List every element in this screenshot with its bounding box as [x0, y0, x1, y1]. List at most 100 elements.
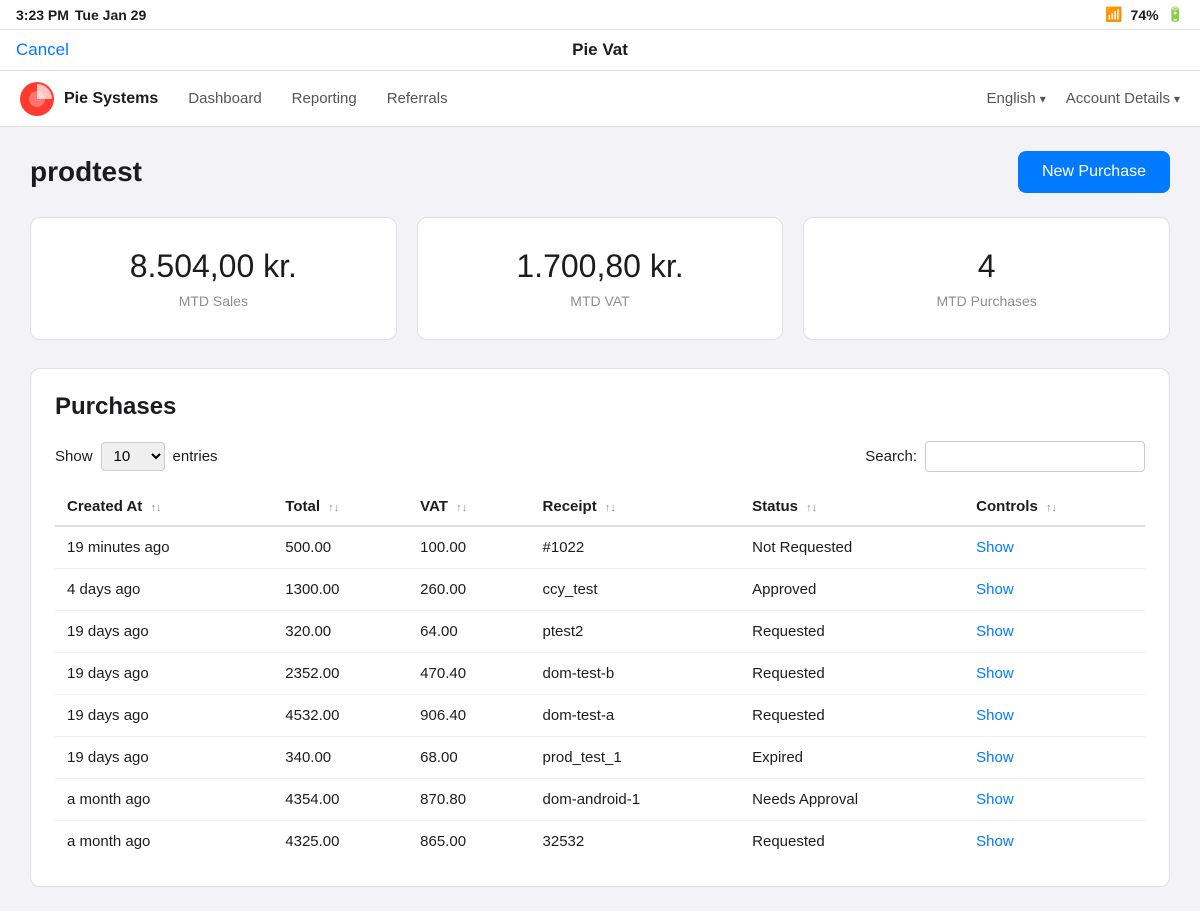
- table-row: 19 days ago 4532.00 906.40 dom-test-a Re…: [55, 695, 1145, 737]
- table-row: a month ago 4354.00 870.80 dom-android-1…: [55, 779, 1145, 821]
- mtd-purchases-label: MTD Purchases: [828, 293, 1145, 309]
- sort-icon-created: ↑↓: [150, 502, 161, 514]
- language-dropdown[interactable]: English: [987, 90, 1046, 107]
- cell-status: Requested: [740, 611, 964, 653]
- table-header: Created At ↑↓ Total ↑↓ VAT ↑↓ Receipt ↑↓…: [55, 488, 1145, 526]
- cell-controls: Show: [964, 779, 1145, 821]
- cell-total: 2352.00: [273, 653, 408, 695]
- page-title: Pie Vat: [572, 40, 628, 60]
- cell-receipt: dom-test-b: [531, 653, 741, 695]
- nav-link-referrals[interactable]: Referrals: [387, 86, 448, 111]
- show-link[interactable]: Show: [976, 623, 1014, 640]
- cell-total: 340.00: [273, 737, 408, 779]
- cell-receipt: 32532: [531, 821, 741, 863]
- stats-row: 8.504,00 kr. MTD Sales 1.700,80 kr. MTD …: [30, 217, 1170, 340]
- sort-icon-status: ↑↓: [806, 502, 817, 514]
- nav-right: English Account Details: [987, 90, 1180, 107]
- title-bar: Cancel Pie Vat: [0, 30, 1200, 71]
- cell-vat: 870.80: [408, 779, 530, 821]
- col-vat[interactable]: VAT ↑↓: [408, 488, 530, 526]
- cell-total: 320.00: [273, 611, 408, 653]
- table-body: 19 minutes ago 500.00 100.00 #1022 Not R…: [55, 526, 1145, 862]
- col-created-at[interactable]: Created At ↑↓: [55, 488, 273, 526]
- wifi-icon: 📶: [1105, 6, 1122, 23]
- cell-vat: 68.00: [408, 737, 530, 779]
- main-content: prodtest New Purchase 8.504,00 kr. MTD S…: [0, 127, 1200, 911]
- col-total[interactable]: Total ↑↓: [273, 488, 408, 526]
- show-link[interactable]: Show: [976, 791, 1014, 808]
- cell-controls: Show: [964, 821, 1145, 863]
- nav-links: Dashboard Reporting Referrals: [188, 86, 986, 111]
- cell-created-at: 19 days ago: [55, 695, 273, 737]
- cell-created-at: 19 days ago: [55, 737, 273, 779]
- cell-receipt: #1022: [531, 526, 741, 569]
- cell-total: 4354.00: [273, 779, 408, 821]
- status-bar: 3:23 PM Tue Jan 29 📶 74% 🔋: [0, 0, 1200, 30]
- cell-controls: Show: [964, 695, 1145, 737]
- cell-created-at: a month ago: [55, 821, 273, 863]
- org-name: prodtest: [30, 156, 142, 188]
- table-row: 4 days ago 1300.00 260.00 ccy_test Appro…: [55, 569, 1145, 611]
- col-status[interactable]: Status ↑↓: [740, 488, 964, 526]
- account-details-dropdown[interactable]: Account Details: [1066, 90, 1180, 107]
- cell-status: Requested: [740, 653, 964, 695]
- mtd-sales-label: MTD Sales: [55, 293, 372, 309]
- time: 3:23 PM: [16, 7, 69, 23]
- mtd-purchases-value: 4: [828, 248, 1145, 285]
- cell-status: Expired: [740, 737, 964, 779]
- purchases-title: Purchases: [55, 393, 1145, 421]
- cell-receipt: ccy_test: [531, 569, 741, 611]
- show-entries: Show 10 25 50 100 entries: [55, 442, 218, 471]
- show-link[interactable]: Show: [976, 581, 1014, 598]
- nav-link-reporting[interactable]: Reporting: [292, 86, 357, 111]
- mtd-vat-label: MTD VAT: [442, 293, 759, 309]
- search-label: Search:: [865, 448, 917, 465]
- page-header: prodtest New Purchase: [30, 151, 1170, 193]
- cell-vat: 906.40: [408, 695, 530, 737]
- table-row: 19 minutes ago 500.00 100.00 #1022 Not R…: [55, 526, 1145, 569]
- cell-status: Requested: [740, 821, 964, 863]
- cell-receipt: prod_test_1: [531, 737, 741, 779]
- table-controls: Show 10 25 50 100 entries Search:: [55, 441, 1145, 472]
- nav-link-dashboard[interactable]: Dashboard: [188, 86, 261, 111]
- cell-created-at: a month ago: [55, 779, 273, 821]
- nav-brand: Pie Systems: [20, 82, 158, 116]
- cell-vat: 64.00: [408, 611, 530, 653]
- show-link[interactable]: Show: [976, 665, 1014, 682]
- search-input[interactable]: [925, 441, 1145, 472]
- cell-created-at: 19 minutes ago: [55, 526, 273, 569]
- cell-total: 500.00: [273, 526, 408, 569]
- cell-controls: Show: [964, 526, 1145, 569]
- table-row: 19 days ago 2352.00 470.40 dom-test-b Re…: [55, 653, 1145, 695]
- search-box: Search:: [865, 441, 1145, 472]
- col-receipt[interactable]: Receipt ↑↓: [531, 488, 741, 526]
- sort-icon-controls: ↑↓: [1046, 502, 1057, 514]
- cell-controls: Show: [964, 737, 1145, 779]
- stat-card-purchases: 4 MTD Purchases: [803, 217, 1170, 340]
- cell-vat: 260.00: [408, 569, 530, 611]
- purchases-table: Created At ↑↓ Total ↑↓ VAT ↑↓ Receipt ↑↓…: [55, 488, 1145, 862]
- sort-icon-receipt: ↑↓: [605, 502, 616, 514]
- cell-receipt: ptest2: [531, 611, 741, 653]
- show-link[interactable]: Show: [976, 833, 1014, 850]
- header-row: Created At ↑↓ Total ↑↓ VAT ↑↓ Receipt ↑↓…: [55, 488, 1145, 526]
- new-purchase-button[interactable]: New Purchase: [1018, 151, 1170, 193]
- mtd-vat-value: 1.700,80 kr.: [442, 248, 759, 285]
- entries-select[interactable]: 10 25 50 100: [101, 442, 165, 471]
- cell-status: Requested: [740, 695, 964, 737]
- purchases-section: Purchases Show 10 25 50 100 entries Sear…: [30, 368, 1170, 887]
- date: Tue Jan 29: [75, 7, 146, 23]
- show-link[interactable]: Show: [976, 749, 1014, 766]
- cell-vat: 470.40: [408, 653, 530, 695]
- cell-status: Not Requested: [740, 526, 964, 569]
- nav-bar: Pie Systems Dashboard Reporting Referral…: [0, 71, 1200, 127]
- show-link[interactable]: Show: [976, 539, 1014, 556]
- cell-vat: 865.00: [408, 821, 530, 863]
- col-controls[interactable]: Controls ↑↓: [964, 488, 1145, 526]
- cell-total: 4325.00: [273, 821, 408, 863]
- cell-created-at: 19 days ago: [55, 611, 273, 653]
- table-row: 19 days ago 340.00 68.00 prod_test_1 Exp…: [55, 737, 1145, 779]
- cancel-button[interactable]: Cancel: [16, 40, 69, 60]
- show-link[interactable]: Show: [976, 707, 1014, 724]
- status-bar-right: 📶 74% 🔋: [1105, 6, 1184, 23]
